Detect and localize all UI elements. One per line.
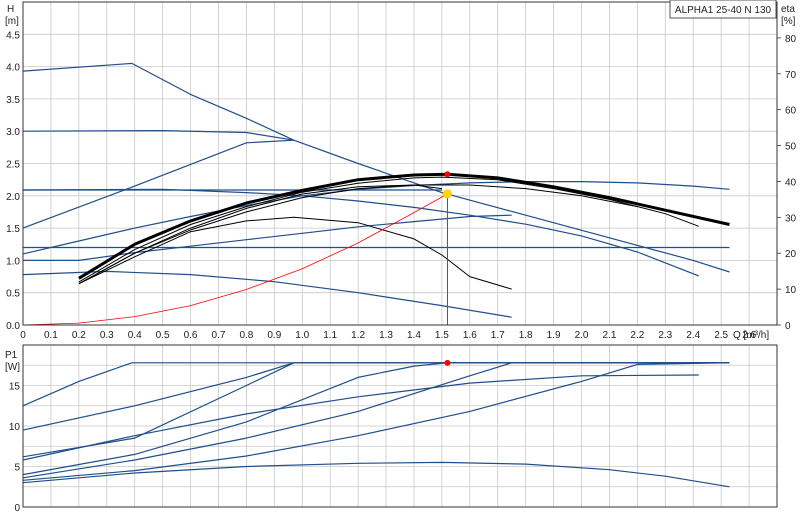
power-y-axis-label: P1 [5,350,18,361]
x-tick-label: 1.4 [407,330,421,341]
x-tick-label: 1.9 [547,330,561,341]
power-chart-series [22,359,730,488]
power-curve [22,362,730,479]
efficiency-point-marker [444,171,451,178]
title-box: ALPHA1 25-40 N 130 [669,0,777,19]
y2-tick-label: 40 [785,177,797,188]
x-tick-label: 0.1 [44,330,58,341]
y-tick-label: 0.0 [6,321,20,332]
power-curve [22,362,730,458]
x-tick-label: 0.8 [239,330,253,341]
y-tick-label: 0.5 [6,289,20,300]
x-tick-label: 2.1 [602,330,616,341]
y2-tick-label: 20 [785,249,797,260]
power-curve [22,461,730,488]
y-tick-label: 1.0 [6,256,20,267]
y2-axis-label: eta [781,4,795,15]
x-tick-label: 0.3 [100,330,114,341]
y2-tick-label: 0 [785,321,791,332]
x-tick-label: 2.4 [686,330,700,341]
y2-tick-label: 50 [785,142,797,153]
x-axis-label: Q [m³/h] [733,330,769,341]
y2-tick-label: 60 [785,106,797,117]
power-y-tick-label: 5 [14,463,20,474]
head-curve [23,214,512,261]
power-curve [22,362,730,476]
x-tick-label: 1.2 [351,330,365,341]
head-chart-grid [22,2,781,326]
head-curve [22,139,294,229]
x-tick-label: 0.5 [156,330,170,341]
y-tick-label: 2.5 [6,160,20,171]
chart-title: ALPHA1 25-40 N 130 [675,5,772,16]
x-tick-label: 0.4 [128,330,142,341]
x-tick-label: 0.2 [72,330,86,341]
power-point-marker [444,359,451,366]
pump-performance-chart: 0 0.1 0.2 0.3 0.4 0.5 0.6 0.7 0.8 0.9 1.0 1.1 1.2 1.3… [5,0,797,514]
y2-axis-unit: [%] [781,16,796,27]
x-tick-label: 2.5 [714,330,728,341]
y-axis-label: H [7,4,14,15]
power-y-axis-unit: [W] [5,362,20,373]
power-y-tick-label: 0 [14,503,20,514]
x-tick-label: 2.0 [575,330,589,341]
x-tick-label: 1.1 [323,330,337,341]
x-tick-label: 1.5 [435,330,449,341]
y-tick-label: 2.0 [6,192,20,203]
head-curve [22,188,700,277]
power-y-tick-label: 15 [9,382,21,393]
x-tick-label: 1.3 [379,330,393,341]
head-curve [22,62,730,273]
x-tick-label: 1.0 [295,330,309,341]
head-curve [22,130,294,141]
power-curve [22,374,699,461]
power-y-tick-label: 10 [9,422,21,433]
x-tick-label: 1.6 [463,330,477,341]
operating-point-marker [442,189,452,199]
power-curve [22,362,730,431]
x-tick-label: 0.7 [212,330,226,341]
x-tick-label: 0.6 [184,330,198,341]
y2-tick-label: 80 [785,34,797,45]
x-tick-label: 2.2 [630,330,644,341]
y-tick-label: 4.5 [6,30,20,41]
power-curve [22,362,730,407]
head-curve [22,181,730,255]
y2-tick-label: 70 [785,70,797,81]
head-curve [22,270,512,318]
x-tick-label: 0 [20,330,26,341]
y-axis-unit: [m] [5,16,19,27]
x-tick-label: 0.9 [267,330,281,341]
y-tick-label: 3.0 [6,127,20,138]
y-tick-label: 4.0 [6,63,20,74]
x-tick-label: 1.8 [519,330,533,341]
x-tick-label: 2.3 [658,330,672,341]
x-tick-label: 1.7 [491,330,505,341]
y-tick-label: 1.5 [6,224,20,235]
y2-tick-label: 10 [785,285,797,296]
head-chart-series [22,62,730,326]
y2-tick-label: 30 [785,213,797,224]
y-tick-label: 3.5 [6,95,20,106]
